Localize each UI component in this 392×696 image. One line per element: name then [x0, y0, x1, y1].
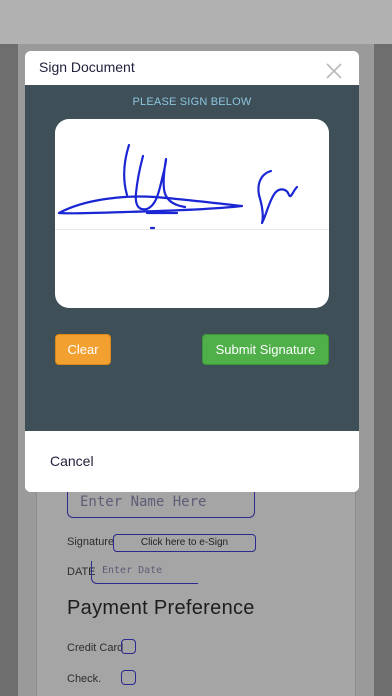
close-icon[interactable] [325, 62, 343, 80]
esign-button[interactable]: Click here to e-Sign [113, 534, 256, 552]
modal-body: PLEASE SIGN BELOW Clear Submit Signature [25, 85, 359, 431]
payment-preference-title: Payment Preference [67, 597, 255, 619]
credit-card-label: Credit Card [67, 642, 124, 654]
submit-signature-button[interactable]: Submit Signature [202, 334, 329, 365]
signature-pad[interactable] [55, 119, 329, 308]
signature-drawing [57, 143, 299, 230]
signature-label: Signature [67, 536, 115, 548]
check-checkbox[interactable] [121, 670, 136, 685]
clear-button[interactable]: Clear [55, 334, 111, 365]
modal-footer: Cancel [25, 431, 359, 492]
credit-card-checkbox[interactable] [121, 639, 136, 654]
sign-instruction: PLEASE SIGN BELOW [132, 96, 252, 108]
cancel-button[interactable]: Cancel [50, 453, 94, 469]
sign-document-modal: Sign Document PLEASE SIGN BELOW Clear Su… [25, 51, 359, 492]
check-label: Check. [67, 673, 102, 685]
status-area [0, 0, 392, 44]
modal-header: Sign Document [25, 51, 359, 85]
date-input[interactable]: Enter Date [91, 561, 198, 584]
modal-title: Sign Document [39, 59, 135, 75]
